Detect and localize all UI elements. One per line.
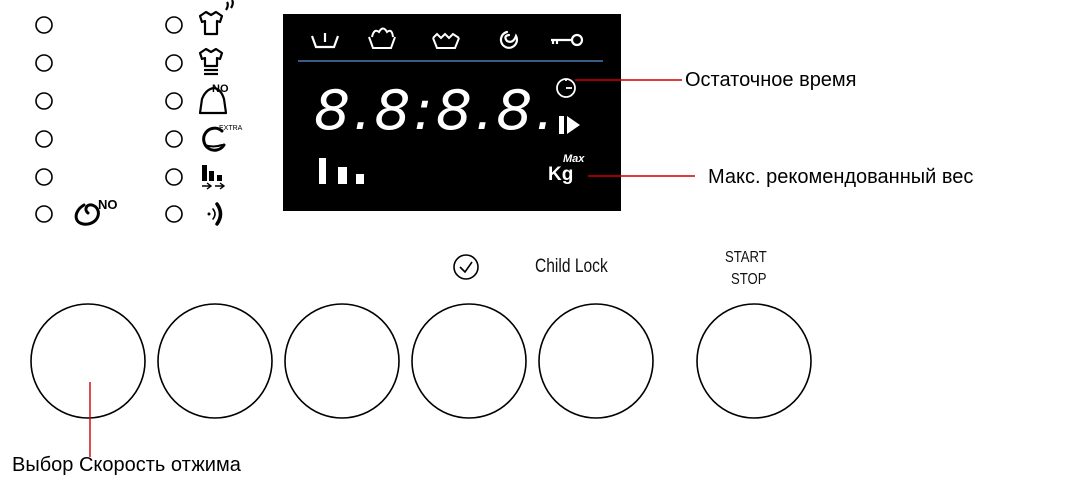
indicator-led (35, 16, 53, 34)
annotation-spin-speed: Выбор Скорость отжима (12, 454, 241, 476)
clock-icon (453, 254, 479, 280)
indicator-leds-column-2 (165, 16, 183, 223)
child-lock-label: Child Lock (535, 256, 608, 277)
annotation-remaining-time: Остаточное время (685, 69, 857, 91)
child-lock-button[interactable] (538, 303, 654, 419)
option-button-2[interactable] (157, 303, 273, 419)
control-panel-diagram (30, 0, 812, 457)
indicator-led (35, 54, 53, 72)
shirt-stack-icon (198, 47, 224, 76)
indicator-led (165, 168, 183, 186)
stop-label: STOP (731, 271, 767, 288)
indicator-led (165, 130, 183, 148)
indicator-led (165, 205, 183, 223)
indicator-led (165, 54, 183, 72)
indicator-led (35, 92, 53, 110)
no-iron-badge: NO (212, 83, 229, 95)
kg-max-label: Max (563, 153, 585, 165)
annotation-max-weight: Макс. рекомендованный вес (708, 166, 974, 188)
option-button-3[interactable] (284, 303, 400, 419)
kg-label: Kg (548, 164, 574, 185)
display-digits: 8.8:8.8. (314, 79, 557, 142)
extra-badge: EXTRA (219, 125, 243, 132)
time-delay-bars-icon (202, 165, 226, 190)
no-spin-badge: NO (98, 197, 118, 212)
indicator-led (35, 168, 53, 186)
indicator-led (165, 92, 183, 110)
start-label: START (725, 249, 767, 266)
indicator-led (165, 16, 183, 34)
shirt-steam-icon (198, 0, 234, 36)
signal-icon (207, 202, 223, 226)
no-spin-icon (74, 203, 100, 226)
indicator-leds-column-1 (35, 16, 53, 223)
start-stop-button[interactable] (696, 303, 812, 419)
indicator-led (35, 130, 53, 148)
indicator-led (35, 205, 53, 223)
time-delay-button[interactable] (411, 303, 527, 419)
spin-speed-button[interactable] (30, 303, 146, 419)
